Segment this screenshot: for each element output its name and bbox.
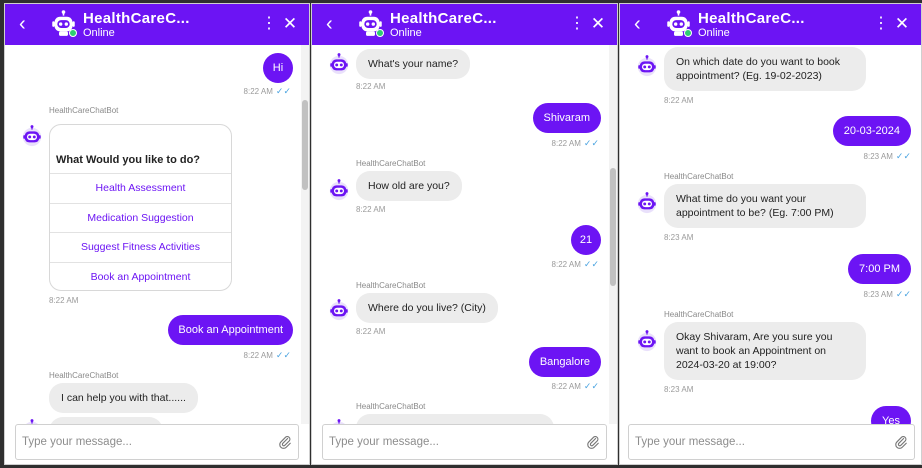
message-time: 8:22 AM xyxy=(356,205,386,214)
chat-header: ‹ HealthCareC... Online ⋮ ✕ xyxy=(620,4,921,45)
chat-title: HealthCareC... xyxy=(698,10,805,27)
user-message: 7:00 PM xyxy=(848,254,911,284)
online-indicator xyxy=(69,29,77,37)
robot-icon xyxy=(636,192,658,214)
more-options-icon[interactable]: ⋮ xyxy=(261,13,277,35)
message-composer xyxy=(322,424,607,460)
message-time: 8:23 AM xyxy=(664,385,694,394)
user-message: Book an Appointment xyxy=(168,315,293,345)
message-time: 8:22 AM xyxy=(49,296,79,305)
message-input[interactable] xyxy=(635,425,863,459)
paperclip-icon[interactable] xyxy=(278,434,292,450)
message-composer xyxy=(628,424,915,460)
message-time: 8:22 AM ✓✓ xyxy=(243,86,291,96)
back-arrow-icon[interactable]: ‹ xyxy=(19,13,37,35)
message-time: 8:22 AM xyxy=(356,327,386,336)
chat-title: HealthCareC... xyxy=(390,10,497,27)
more-options-icon[interactable]: ⋮ xyxy=(873,13,889,35)
message-list[interactable]: What's your name? 8:22 AM Shivaram 8:22 … xyxy=(312,45,617,464)
message-input[interactable] xyxy=(22,425,248,459)
paperclip-icon[interactable] xyxy=(586,434,600,450)
chat-status: Online xyxy=(83,27,115,39)
robot-icon xyxy=(328,53,350,75)
chat-window-3: ‹ HealthCareC... Online ⋮ ✕ On which dat… xyxy=(619,3,922,465)
message-time: 8:23 AM ✓✓ xyxy=(863,289,911,299)
double-check-icon: ✓✓ xyxy=(583,259,599,269)
double-check-icon: ✓✓ xyxy=(583,138,599,148)
double-check-icon: ✓✓ xyxy=(895,151,911,161)
bot-message: Where do you live? (City) xyxy=(356,293,498,323)
option-fitness-activities[interactable]: Suggest Fitness Activities xyxy=(50,232,231,261)
robot-icon xyxy=(636,55,658,77)
double-check-icon: ✓✓ xyxy=(583,381,599,391)
user-message: Bangalore xyxy=(528,347,601,377)
bot-message: How old are you? xyxy=(356,171,462,201)
close-icon[interactable]: ✕ xyxy=(281,13,299,35)
robot-icon xyxy=(636,330,658,352)
message-time: 8:22 AM ✓✓ xyxy=(551,259,599,269)
user-message: 21 xyxy=(571,225,601,255)
close-icon[interactable]: ✕ xyxy=(893,13,911,35)
chat-title: HealthCareC... xyxy=(83,10,190,27)
back-arrow-icon[interactable]: ‹ xyxy=(326,13,344,35)
message-list[interactable]: On which date do you want to book appoin… xyxy=(620,45,921,464)
message-list[interactable]: Hi 8:22 AM ✓✓ HealthCareChatBot What Woul… xyxy=(5,45,309,464)
bot-message: I can help you with that...... xyxy=(49,383,198,413)
double-check-icon: ✓✓ xyxy=(895,289,911,299)
robot-icon xyxy=(21,125,43,147)
user-message: Shivaram xyxy=(532,103,601,133)
option-book-appointment[interactable]: Book an Appointment xyxy=(50,262,231,291)
close-icon[interactable]: ✕ xyxy=(589,13,607,35)
paperclip-icon[interactable] xyxy=(894,434,908,450)
double-check-icon: ✓✓ xyxy=(275,350,291,360)
bot-name: HealthCareChatBot xyxy=(356,281,426,290)
bot-name: HealthCareChatBot xyxy=(49,371,119,380)
message-time: 8:23 AM ✓✓ xyxy=(863,151,911,161)
bot-name: HealthCareChatBot xyxy=(664,172,734,181)
more-options-icon[interactable]: ⋮ xyxy=(569,13,585,35)
scrollbar[interactable] xyxy=(301,45,309,424)
user-message: Hi xyxy=(263,53,293,83)
online-indicator xyxy=(376,29,384,37)
message-time: 8:23 AM xyxy=(664,233,694,242)
message-time: 8:22 AM ✓✓ xyxy=(551,138,599,148)
user-message: 20-03-2024 xyxy=(832,116,911,146)
chat-status: Online xyxy=(698,27,730,39)
option-medication-suggestion[interactable]: Medication Suggestion xyxy=(50,203,231,232)
bot-message: On which date do you want to book appoin… xyxy=(664,47,866,91)
chat-status: Online xyxy=(390,27,422,39)
option-health-assessment[interactable]: Health Assessment xyxy=(50,173,231,202)
online-indicator xyxy=(684,29,692,37)
options-title: What Would you like to do? xyxy=(56,154,201,166)
message-time: 8:22 AM ✓✓ xyxy=(243,350,291,360)
message-time: 8:22 AM xyxy=(664,96,694,105)
chat-header: ‹ HealthCareC... Online ⋮ ✕ xyxy=(5,4,309,45)
bot-name: HealthCareChatBot xyxy=(664,310,734,319)
robot-icon xyxy=(328,299,350,321)
bot-name: HealthCareChatBot xyxy=(49,106,119,115)
message-composer xyxy=(15,424,299,460)
chat-window-1: ‹ HealthCareC... Online ⋮ ✕ Hi 8:22 AM ✓✓… xyxy=(4,3,310,465)
back-arrow-icon[interactable]: ‹ xyxy=(634,13,652,35)
robot-icon xyxy=(328,179,350,201)
message-input[interactable] xyxy=(329,425,556,459)
scrollbar[interactable] xyxy=(609,45,617,424)
bot-name: HealthCareChatBot xyxy=(356,159,426,168)
double-check-icon: ✓✓ xyxy=(275,86,291,96)
chat-window-2: ‹ HealthCareC... Online ⋮ ✕ What's your … xyxy=(311,3,618,465)
chat-header: ‹ HealthCareC... Online ⋮ ✕ xyxy=(312,4,617,45)
bot-message: Okay Shivaram, Are you sure you want to … xyxy=(664,322,866,380)
message-time: 8:22 AM xyxy=(356,82,386,91)
bot-message: What's your name? xyxy=(356,49,471,79)
bot-message: What time do you want your appointment t… xyxy=(664,184,866,228)
options-card: What Would you like to do? Health Assess… xyxy=(49,124,232,291)
message-time: 8:22 AM ✓✓ xyxy=(551,381,599,391)
bot-name: HealthCareChatBot xyxy=(356,402,426,411)
